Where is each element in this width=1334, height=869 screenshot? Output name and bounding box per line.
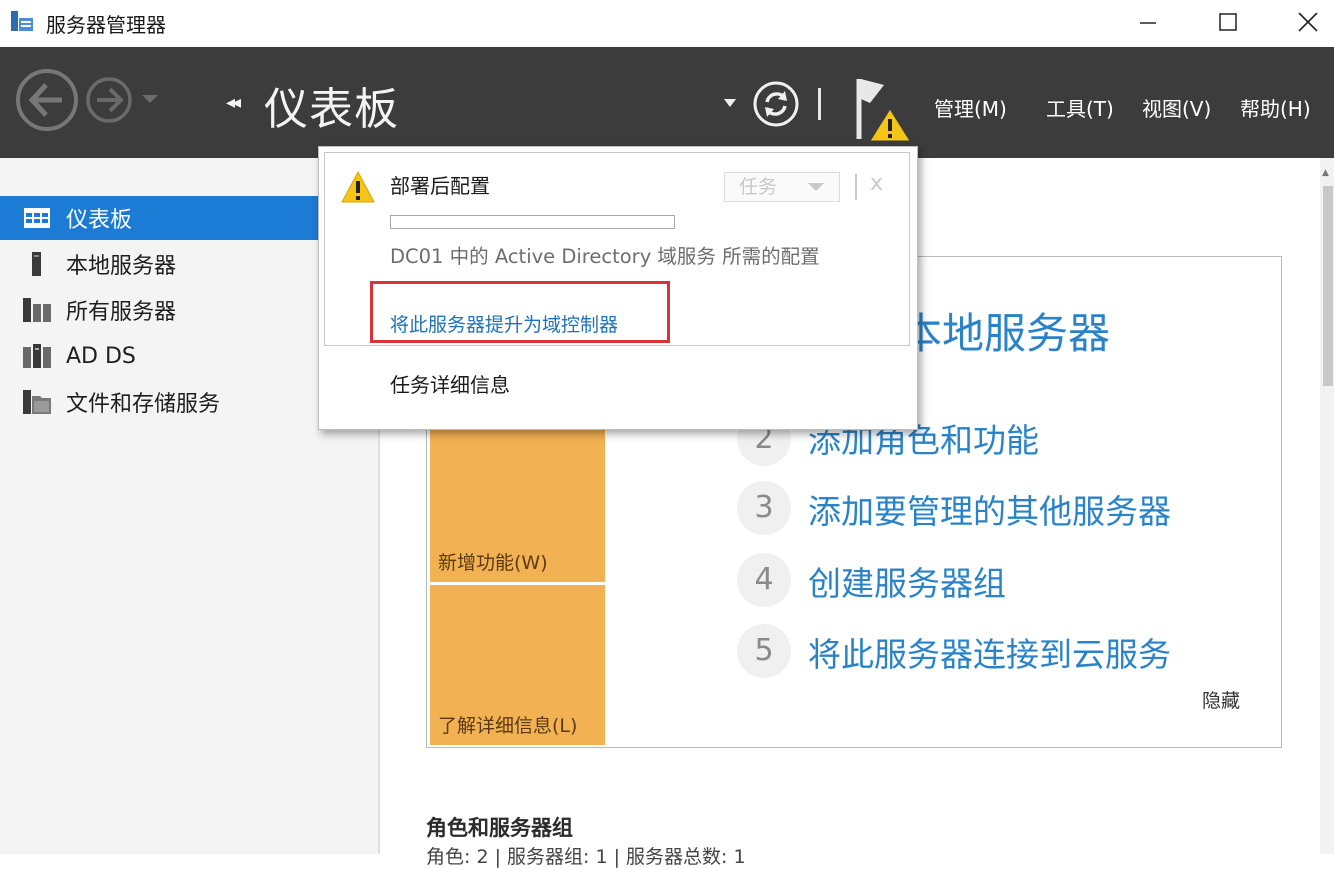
- warning-icon: [341, 170, 375, 203]
- title-bar: 服务器管理器: [0, 0, 1334, 47]
- window-title: 服务器管理器: [46, 13, 166, 37]
- sidebar-item-label: 所有服务器: [66, 300, 177, 325]
- promote-to-domain-controller-link[interactable]: 将此服务器提升为域控制器: [390, 310, 618, 337]
- maximize-icon: [1219, 13, 1237, 31]
- menu-manage[interactable]: 管理(M): [934, 93, 1007, 122]
- sidebar-item-label: 本地服务器: [66, 254, 177, 279]
- chevron-down-icon: [808, 183, 824, 191]
- file-storage-icon: [23, 390, 51, 414]
- dismiss-notification-button[interactable]: x: [870, 171, 883, 196]
- scroll-up-icon[interactable]: ▲: [1322, 168, 1329, 178]
- dashboard-grid-icon: [24, 208, 50, 228]
- scrollbar-thumb[interactable]: [1323, 186, 1333, 386]
- back-arrow-icon[interactable]: [14, 67, 80, 133]
- task-details-link[interactable]: 任务详细信息: [390, 369, 510, 398]
- step-create-group-link[interactable]: 创建服务器组: [808, 557, 1006, 605]
- step-number: 5: [737, 624, 791, 678]
- forward-arrow-icon[interactable]: [84, 75, 134, 125]
- notification-flag-warning-icon[interactable]: [852, 73, 914, 143]
- menu-view[interactable]: 视图(V): [1142, 93, 1211, 122]
- refresh-icon[interactable]: [752, 80, 800, 128]
- progress-bar: [390, 215, 675, 229]
- learn-more-label[interactable]: 了解详细信息(L): [438, 711, 577, 738]
- close-button[interactable]: [1278, 0, 1334, 44]
- roles-summary: 角色: 2 | 服务器组: 1 | 服务器总数: 1: [426, 846, 746, 868]
- notification-title: 部署后配置: [390, 174, 490, 198]
- configure-local-server-heading[interactable]: 本地服务器: [900, 300, 1110, 361]
- step-add-servers-link[interactable]: 添加要管理的其他服务器: [808, 485, 1171, 533]
- menu-help[interactable]: 帮助(H): [1240, 93, 1311, 122]
- step-connect-cloud-link[interactable]: 将此服务器连接到云服务: [808, 628, 1171, 676]
- sidebar-item-label: AD DS: [66, 343, 136, 369]
- server-manager-app-icon: [11, 11, 33, 31]
- maximize-button[interactable]: [1198, 0, 1258, 44]
- menu-tools[interactable]: 工具(T): [1046, 93, 1114, 122]
- minimize-button[interactable]: [1118, 0, 1178, 44]
- roles-section-title: 角色和服务器组: [426, 816, 573, 840]
- nav-history-dropdown-icon[interactable]: [140, 93, 160, 105]
- minimize-icon: [1140, 22, 1156, 24]
- whats-new-label[interactable]: 新增功能(W): [438, 548, 548, 575]
- task-button-label: 任务: [739, 176, 778, 198]
- page-title: 仪表板: [264, 84, 399, 135]
- servers-icon: [23, 298, 51, 322]
- step-number: 4: [737, 553, 791, 607]
- header-bar: ◂◂ 仪表板 管理(M) 工具(T) 视图(V) 帮助(H): [0, 47, 1334, 158]
- notification-separator: [855, 174, 857, 200]
- notification-description: DC01 中的 Active Directory 域服务 所需的配置: [390, 245, 820, 268]
- sidebar-item-label: 文件和存储服务: [66, 392, 221, 417]
- ad-ds-icon: [23, 344, 51, 368]
- breadcrumb-dropdown-icon[interactable]: [722, 98, 738, 108]
- hide-link[interactable]: 隐藏: [1202, 686, 1240, 713]
- breadcrumb-arrows: ◂◂: [226, 92, 241, 113]
- sidebar-item-label: 仪表板: [66, 208, 133, 233]
- close-icon: [1298, 12, 1318, 32]
- step-number: 3: [737, 481, 791, 535]
- header-separator: [818, 88, 821, 120]
- server-icon: [32, 252, 41, 276]
